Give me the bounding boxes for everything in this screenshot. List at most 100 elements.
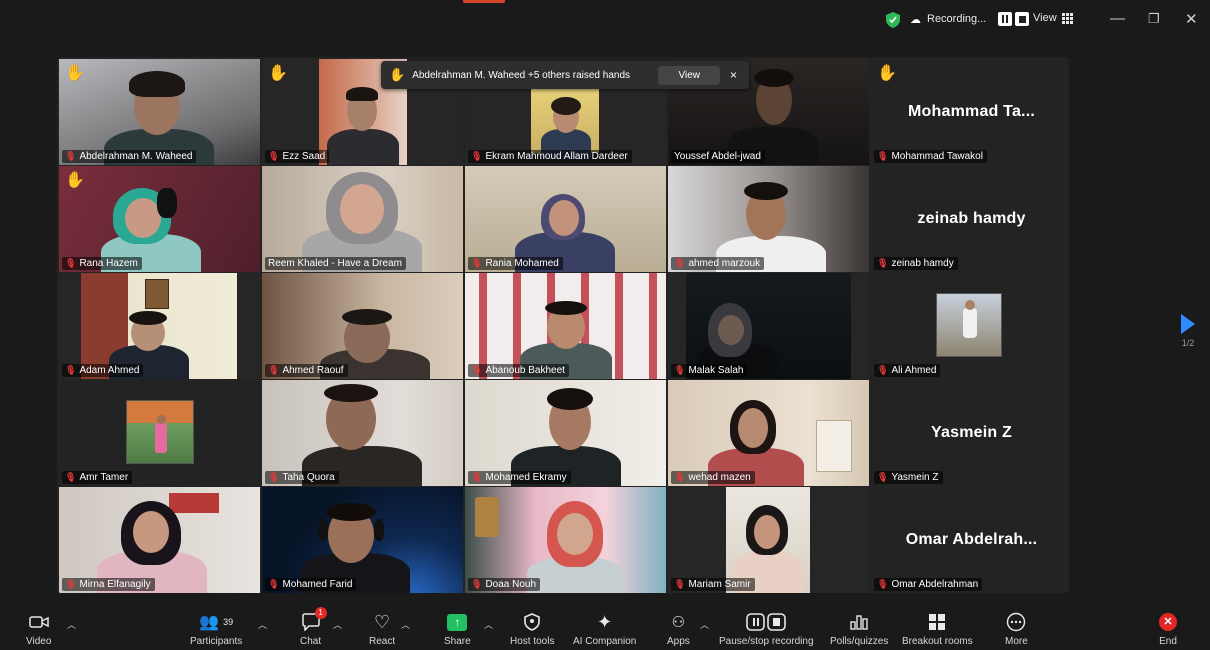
video-tile[interactable]: 🎙 wehad mazen [668, 380, 869, 486]
mic-muted-icon: 🎙 [877, 151, 889, 161]
mic-muted-icon: 🎙 [268, 365, 280, 375]
video-gallery: ✋ 🎙 Abdelrahman M. Waheed ✋ 🎙 Ezz Saad 🎙 Ek… [57, 57, 1069, 593]
ai-sparkle-icon: ✦ [597, 611, 613, 632]
mic-muted-icon: 🎙 [65, 365, 77, 375]
video-tile[interactable]: 🎙 Mohamed Ekramy [465, 380, 666, 486]
cloud-icon: ☁ [910, 13, 921, 26]
top-accent-tab [463, 0, 505, 3]
ai-companion-button[interactable]: ✦ AI Companion [573, 610, 636, 648]
more-button[interactable]: More [1005, 610, 1028, 647]
participant-name: 🎙 wehad mazen [671, 471, 755, 484]
react-options-caret-icon[interactable]: ︿ [401, 618, 410, 631]
video-tile[interactable]: ✋ 🎙 Abdelrahman M. Waheed [59, 59, 260, 165]
participant-display-name: Omar Abdelrah... [905, 531, 1038, 548]
participant-display-name: Yasmein Z [931, 424, 1012, 441]
participant-name: 🎙 Rana Hazem [62, 257, 142, 270]
close-window-icon[interactable]: ✕ [1185, 10, 1198, 28]
video-tile[interactable]: 🎙 ahmed marzouk [668, 166, 869, 272]
mic-muted-icon: 🎙 [471, 579, 483, 589]
shield-icon[interactable] [886, 12, 900, 28]
apps-options-caret-icon[interactable]: ︿ [700, 618, 709, 631]
video-tile[interactable]: 🎙 Doaa Nouh [465, 487, 666, 593]
video-tile[interactable]: ✋ Mohammad Ta... 🎙 Mohammad Tawakol [871, 59, 1069, 165]
mic-muted-icon: 🎙 [877, 258, 889, 268]
page-indicator: 1/2 [1181, 338, 1195, 348]
video-tile[interactable]: 🎙 Mariam Samir [668, 487, 869, 593]
close-notification-icon[interactable]: × [730, 68, 737, 82]
more-dots-icon [1006, 610, 1026, 634]
participant-name: 🎙 Ezz Saad [265, 150, 330, 163]
video-tile[interactable]: 🎙 Rania Mohamed [465, 166, 666, 272]
chat-button[interactable]: 1 Chat [300, 607, 327, 647]
participants-button[interactable]: 👥 39 Participants [190, 610, 242, 647]
participants-options-caret-icon[interactable]: ︿ [258, 618, 267, 631]
host-shield-icon [524, 610, 541, 634]
participant-name: 🎙 Ahmed Raouf [265, 364, 348, 377]
participant-display-name: Mohammad Ta... [908, 103, 1035, 120]
video-tile[interactable]: Yasmein Z 🎙 Yasmein Z [871, 380, 1069, 486]
apps-button[interactable]: ⚇ Apps [667, 610, 690, 647]
pause-stop-recording-icon [746, 610, 787, 634]
view-button[interactable]: View [1033, 12, 1073, 24]
video-tile[interactable]: ✋ 🎙 Rana Hazem [59, 166, 260, 272]
video-tile[interactable]: 🎙 Ahmed Raouf [262, 273, 463, 379]
breakout-rooms-icon [928, 610, 946, 634]
participant-name: Reem Khaled - Have a Dream [265, 257, 406, 270]
mic-muted-icon: 🎙 [268, 579, 280, 589]
video-button[interactable]: Video [26, 610, 51, 647]
end-meeting-button[interactable]: ✕ End [1159, 610, 1177, 647]
react-button[interactable]: ♡ React [369, 610, 395, 648]
participant-name: 🎙 Adam Ahmed [62, 364, 144, 377]
video-tile[interactable]: 🎙 Taha Quora [262, 380, 463, 486]
mic-muted-icon: 🎙 [471, 258, 483, 268]
end-call-icon: ✕ [1159, 610, 1177, 634]
recording-indicator[interactable]: ☁ Recording... [910, 12, 1030, 26]
video-tile[interactable]: 🎙 Amr Tamer [59, 380, 260, 486]
bar-chart-icon [850, 610, 868, 634]
participant-name: 🎙 Mirna Elfanagily [62, 578, 155, 591]
host-tools-button[interactable]: Host tools [510, 610, 554, 647]
mic-muted-icon: 🎙 [674, 579, 686, 589]
next-page-button[interactable]: 1/2 [1178, 314, 1198, 348]
chevron-right-icon[interactable] [1181, 314, 1195, 334]
video-tile[interactable]: 🎙 Mohamed Farid [262, 487, 463, 593]
video-options-caret-icon[interactable]: ︿ [67, 618, 76, 631]
pause-stop-recording-button[interactable]: Pause/stop recording [719, 610, 814, 647]
participant-name: 🎙 Taha Quora [265, 471, 339, 484]
mic-muted-icon: 🎙 [65, 258, 77, 268]
video-tile[interactable]: 🎙 Ali Ahmed [871, 273, 1069, 379]
share-options-caret-icon[interactable]: ︿ [484, 618, 493, 631]
video-tile[interactable]: Omar Abdelrah... 🎙 Omar Abdelrahman [871, 487, 1069, 593]
mic-muted-icon: 🎙 [877, 365, 889, 375]
participant-name: 🎙 Omar Abdelrahman [874, 578, 983, 591]
grid-view-icon [1061, 12, 1073, 24]
video-tile[interactable]: Reem Khaled - Have a Dream [262, 166, 463, 272]
video-tile[interactable]: zeinab hamdy 🎙 zeinab hamdy [871, 166, 1069, 272]
mic-muted-icon: 🎙 [471, 472, 483, 482]
mic-muted-icon: 🎙 [674, 472, 686, 482]
participant-name: 🎙 Yasmein Z [874, 471, 943, 484]
restore-icon[interactable]: ❐ [1148, 11, 1160, 27]
mic-muted-icon: 🎙 [65, 472, 77, 482]
participant-name: 🎙 Mohamed Ekramy [468, 471, 571, 484]
stop-recording-icon[interactable] [1015, 12, 1030, 26]
recording-label: Recording... [927, 13, 987, 25]
video-tile[interactable]: 🎙 Malak Salah [668, 273, 869, 379]
participant-name: 🎙 Ekram Mahmoud Allam Dardeer [468, 150, 632, 163]
mic-muted-icon: 🎙 [471, 151, 483, 161]
raised-hands-notification: ✋ Abdelrahman M. Waheed +5 others raised… [381, 61, 749, 89]
video-tile[interactable]: 🎙 Abanoub Bakheet [465, 273, 666, 379]
minimize-icon[interactable]: — [1110, 10, 1125, 27]
participant-name: 🎙 Abanoub Bakheet [468, 364, 569, 377]
participant-name: 🎙 Rania Mohamed [468, 257, 563, 270]
breakout-rooms-button[interactable]: Breakout rooms [902, 610, 973, 647]
share-button[interactable]: ↑ Share [444, 610, 471, 647]
pause-recording-icon[interactable] [998, 12, 1013, 26]
chat-options-caret-icon[interactable]: ︿ [333, 618, 342, 631]
video-tile[interactable]: 🎙 Mirna Elfanagily [59, 487, 260, 593]
mic-muted-icon: 🎙 [268, 151, 280, 161]
view-raised-hands-button[interactable]: View [658, 65, 720, 85]
participant-name: Youssef Abdel-jwad [671, 150, 765, 163]
video-tile[interactable]: 🎙 Adam Ahmed [59, 273, 260, 379]
polls-quizzes-button[interactable]: Polls/quizzes [830, 610, 888, 647]
